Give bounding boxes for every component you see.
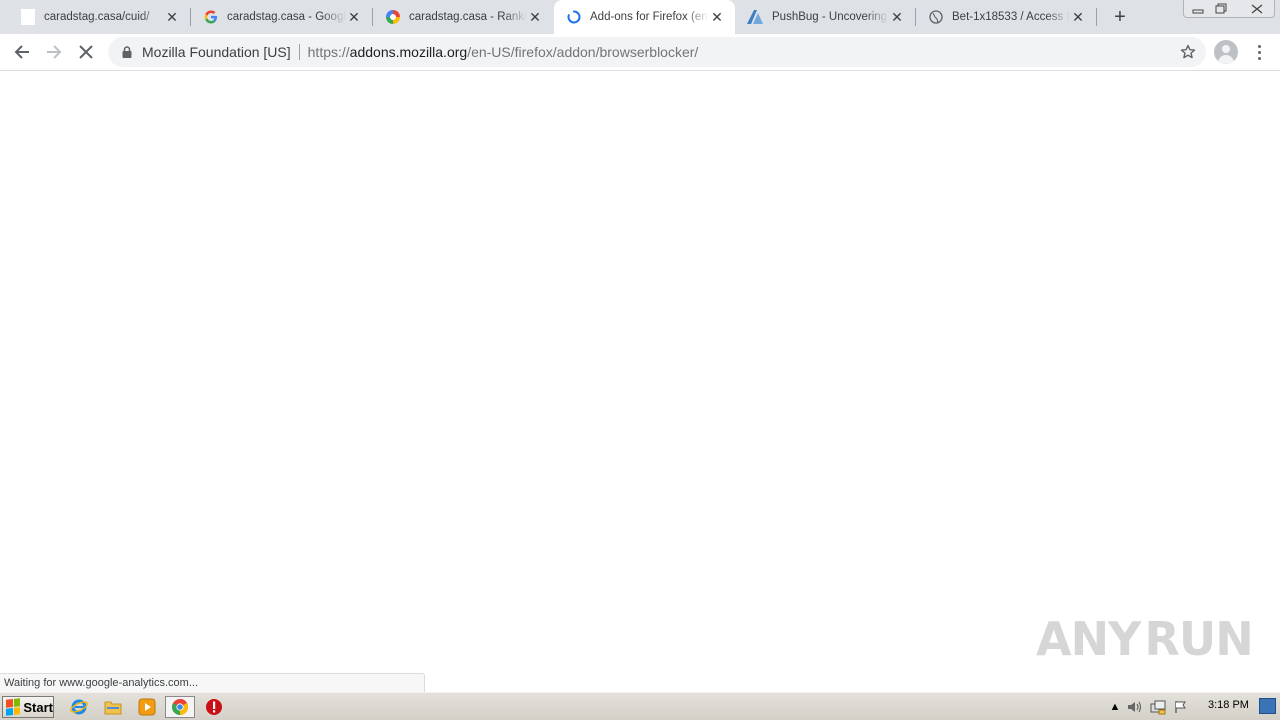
url-host: addons.mozilla.org — [349, 44, 468, 60]
watermark-text-right: RUN — [1144, 612, 1253, 666]
lock-icon — [120, 45, 134, 59]
bookmark-star-button[interactable] — [1178, 42, 1198, 62]
opera-icon[interactable] — [203, 697, 225, 717]
close-icon[interactable]: ✕ — [1070, 9, 1086, 25]
tray-expand-icon[interactable]: ▲ — [1106, 701, 1124, 713]
forward-button[interactable] — [40, 38, 68, 66]
globe-icon — [928, 9, 944, 25]
more-menu-icon[interactable] — [1248, 40, 1270, 64]
close-icon[interactable]: ✕ — [709, 9, 725, 25]
tab-caradstag-google[interactable]: caradstag.casa - Google ✕ — [191, 0, 372, 34]
tab-pushbug[interactable]: PushBug - Uncovering W ✕ — [736, 0, 915, 34]
google-icon — [203, 9, 219, 25]
close-icon[interactable]: ✕ — [889, 9, 905, 25]
back-button[interactable] — [8, 38, 36, 66]
system-tray: ▲ — [1106, 696, 1278, 718]
tab-bet[interactable]: Bet-1x18533 / Access to ✕ — [916, 0, 1096, 34]
url-divider — [298, 44, 300, 60]
start-button[interactable]: Start — [2, 696, 54, 718]
loading-spinner-icon — [566, 9, 582, 25]
profile-avatar-icon[interactable] — [1214, 40, 1238, 64]
back-arrow-icon — [14, 45, 29, 59]
star-icon — [1180, 44, 1196, 59]
close-icon[interactable]: ✕ — [164, 9, 180, 25]
tab-addons-firefox[interactable]: Add-ons for Firefox (en- ✕ — [554, 0, 735, 34]
windows-taskbar: Start ▲ 3:18 PM — [0, 692, 1280, 720]
url-text[interactable]: https://addons.mozilla.org/en-US/firefox… — [308, 44, 699, 60]
url-scheme: https:// — [307, 44, 350, 60]
pushbug-icon — [746, 9, 764, 25]
tab-title: caradstag.casa/cuid/ — [44, 11, 150, 23]
blank-page-icon — [20, 9, 36, 25]
watermark-text-left: ANY — [1036, 612, 1141, 666]
chrome-taskbar-icon[interactable] — [165, 696, 195, 718]
close-icon[interactable]: ✕ — [346, 9, 362, 25]
tab-title: caradstag.casa - Rankch — [409, 11, 527, 23]
action-center-flag-icon[interactable] — [1170, 700, 1192, 714]
tab-caradstag-cuid[interactable]: caradstag.casa/cuid/ ✕ — [0, 0, 190, 34]
restore-button[interactable] — [1207, 0, 1235, 17]
close-icon[interactable]: ✕ — [527, 9, 543, 25]
tab-caradstag-rankchart[interactable]: caradstag.casa - Rankch ✕ — [373, 0, 553, 34]
url-path: /en-US/firefox/addon/browserblocker/ — [467, 44, 699, 60]
volume-icon[interactable] — [1124, 700, 1146, 714]
stop-loading-button[interactable] — [72, 38, 100, 66]
show-desktop-button[interactable] — [1259, 698, 1276, 714]
minimize-icon — [1192, 9, 1204, 13]
close-window-icon — [1251, 3, 1263, 14]
status-bubble: Waiting for www.google-analytics.com... — [0, 673, 425, 692]
browser-toolbar: Mozilla Foundation [US] https://addons.m… — [0, 34, 1280, 71]
close-window-button[interactable] — [1240, 0, 1274, 17]
internet-explorer-icon[interactable] — [68, 697, 90, 717]
tab-title: Add-ons for Firefox (en- — [590, 11, 709, 23]
network-icon[interactable] — [1146, 699, 1170, 715]
forward-arrow-icon — [47, 45, 62, 59]
page-content — [0, 72, 1280, 692]
windows-logo-icon — [6, 698, 21, 716]
start-label: Start — [23, 699, 53, 715]
tab-strip: caradstag.casa/cuid/ ✕ caradstag.casa - … — [0, 0, 1280, 34]
address-bar[interactable]: Mozilla Foundation [US] https://addons.m… — [108, 37, 1206, 67]
tab-separator — [1096, 8, 1097, 26]
tab-title: PushBug - Uncovering W — [772, 11, 889, 23]
anyrun-watermark: ANY RUN — [1036, 606, 1254, 672]
rankchart-icon — [385, 9, 401, 25]
tab-title: Bet-1x18533 / Access to — [952, 11, 1070, 23]
taskbar-clock[interactable]: 3:18 PM — [1208, 699, 1249, 711]
ev-certificate-org[interactable]: Mozilla Foundation [US] — [142, 44, 291, 60]
new-tab-button[interactable]: + — [1108, 5, 1132, 29]
tab-title: caradstag.casa - Google — [227, 11, 346, 23]
file-explorer-icon[interactable] — [102, 697, 124, 717]
media-player-icon[interactable] — [136, 697, 158, 717]
restore-icon — [1215, 3, 1227, 14]
stop-x-icon — [79, 45, 93, 59]
